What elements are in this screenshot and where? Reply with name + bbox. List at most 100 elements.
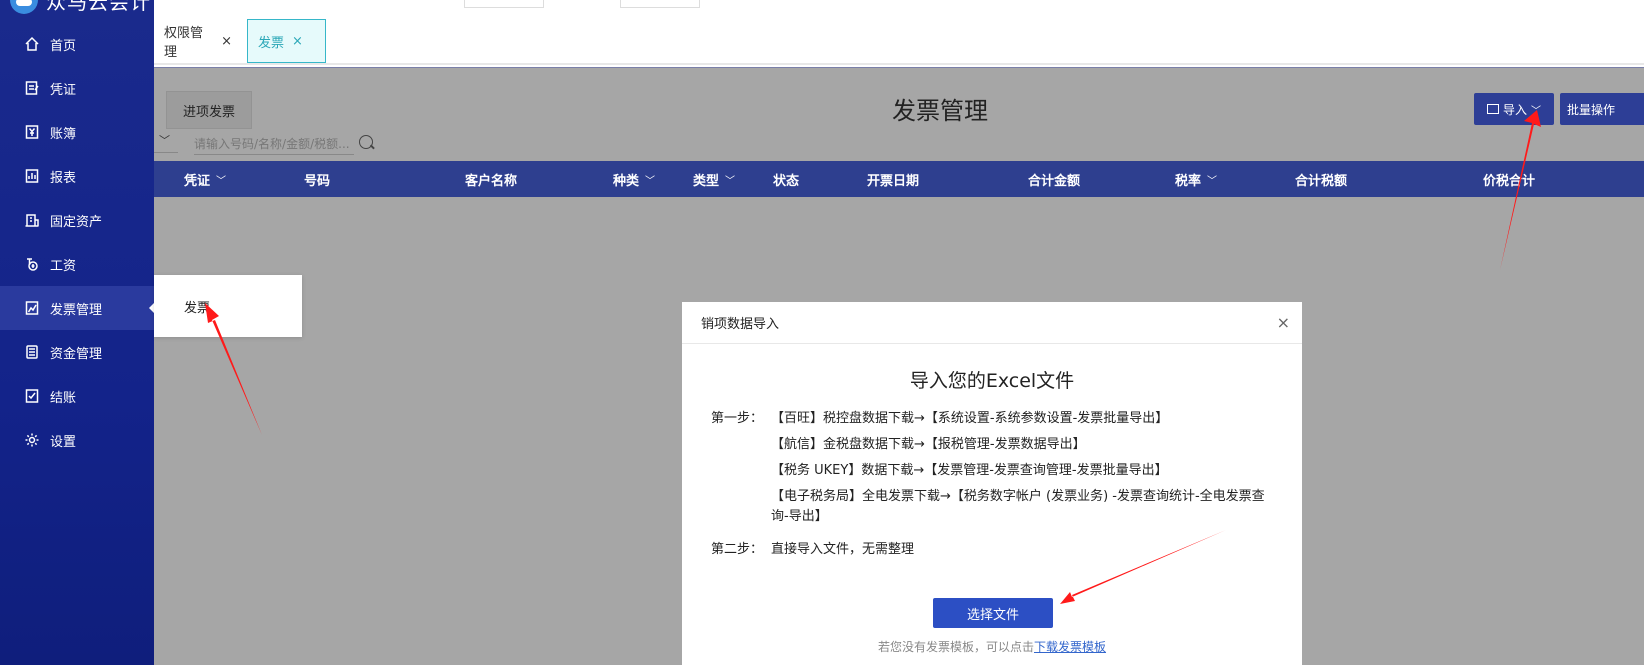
tip-text: 若您没有发票模板，可以点击: [877, 640, 1034, 654]
sidebar-item-settings[interactable]: 设置: [0, 418, 154, 462]
top-toolbar: [154, 0, 1644, 20]
chevron-down-icon: ﹀: [725, 175, 736, 187]
sidebar-item-label: 资金管理: [50, 346, 103, 362]
search-input[interactable]: 请输入号码/名称/金额/税额...: [194, 131, 354, 155]
column-amount: 合计金额: [1028, 161, 1080, 197]
invoice-icon: [24, 300, 40, 316]
sidebar-item-label: 结账: [50, 390, 77, 406]
divider: [154, 67, 1644, 79]
filter-dropdown[interactable]: ﹀: [154, 129, 178, 153]
close-icon[interactable]: ×: [1277, 313, 1290, 332]
column-number: 号码: [304, 161, 330, 197]
sidebar-nav: 首页 凭证 账簿 报表 固定资产 工资 发票管理 资金管理 结账 设置: [0, 22, 154, 462]
chevron-down-icon: ﹀: [1531, 105, 1541, 117]
sidebar-item-label: 账簿: [50, 126, 77, 142]
step-line: 【航信】金税盘数据下载→【报税管理-发票数据导出】: [771, 437, 1086, 452]
step-two: 第二步： 直接导入文件，无需整理: [711, 537, 1271, 563]
import-button[interactable]: 导入 ﹀: [1474, 93, 1554, 125]
column-date: 开票日期: [867, 161, 919, 197]
column-label: 价税合计: [1483, 173, 1536, 189]
column-label: 客户名称: [465, 173, 518, 189]
batch-operation-button[interactable]: 批量操作: [1560, 93, 1644, 125]
sidebar-item-label: 报表: [50, 170, 77, 186]
column-label: 类型: [693, 173, 720, 189]
asset-icon: [24, 212, 40, 228]
tab-bar: 权限管理 × 发票 ×: [154, 19, 1644, 65]
sidebar-item-label: 设置: [50, 434, 77, 450]
dialog-header-title: 销项数据导入: [701, 317, 780, 332]
filter-bar: ﹀ 请输入号码/名称/金额/税额...: [154, 123, 1644, 159]
sidebar-item-asset[interactable]: 固定资产: [0, 198, 154, 242]
column-type[interactable]: 类型 ﹀: [693, 161, 735, 197]
step-lines: 【百旺】税控盘数据下载→【系统设置-系统参数设置-发票批量导出】 【航信】金税盘…: [771, 406, 1271, 527]
column-label: 状态: [773, 173, 800, 189]
column-kind[interactable]: 种类 ﹀: [613, 161, 655, 197]
dialog-header: 销项数据导入 ×: [682, 302, 1302, 344]
chevron-down-icon: ﹀: [216, 175, 227, 187]
step-line: 【百旺】税控盘数据下载→【系统设置-系统参数设置-发票批量导出】: [771, 411, 1169, 426]
sidebar-item-label: 凭证: [50, 82, 77, 98]
tab-label: 发票: [258, 35, 285, 51]
tab-label: 权限管理: [164, 26, 204, 60]
column-customer: 客户名称: [465, 161, 517, 197]
logo-icon: [10, 0, 38, 14]
top-field-date[interactable]: [620, 0, 700, 8]
table-header: 凭证 ﹀ 号码 客户名称 种类 ﹀ 类型 ﹀ 状态 开票日期 合计金额 税率 ﹀ 合计税…: [154, 161, 1644, 197]
template-tip: 若您没有发票模板，可以点击下载发票模板: [682, 638, 1302, 655]
column-label: 合计金额: [1028, 173, 1081, 189]
step-label: 第一步：: [711, 411, 764, 426]
sidebar-item-label: 固定资产: [50, 214, 103, 230]
submenu-item-invoice[interactable]: 发票: [184, 297, 210, 316]
voucher-icon: [24, 80, 40, 96]
salary-icon: [24, 256, 40, 272]
sidebar-item-invoice[interactable]: 发票管理: [0, 286, 154, 330]
chevron-down-icon: ﹀: [1207, 175, 1218, 187]
step-label: 第二步：: [711, 542, 764, 557]
closing-icon: [24, 388, 40, 404]
column-status: 状态: [773, 161, 799, 197]
column-label: 号码: [304, 173, 331, 189]
tab-permission[interactable]: 权限管理 ×: [154, 19, 242, 63]
choose-file-button[interactable]: 选择文件: [933, 598, 1053, 628]
column-label: 种类: [613, 173, 640, 189]
sidebar-item-label: 首页: [50, 38, 77, 54]
column-label: 开票日期: [867, 173, 920, 189]
top-field[interactable]: [464, 0, 544, 8]
page-title: 发票管理: [892, 97, 988, 125]
tab-invoice[interactable]: 发票 ×: [247, 19, 326, 63]
step-line: 【电子税务局】全电发票下载→【税务数字帐户 (发票业务) -发票查询统计-全电发…: [771, 489, 1265, 524]
close-icon[interactable]: ×: [292, 34, 303, 49]
search-icon[interactable]: [359, 135, 373, 149]
column-voucher[interactable]: 凭证 ﹀: [184, 161, 226, 197]
download-template-link[interactable]: 下载发票模板: [1034, 640, 1106, 654]
column-tax-rate[interactable]: 税率 ﹀: [1175, 161, 1217, 197]
column-label: 凭证: [184, 173, 211, 189]
column-label: 合计税额: [1295, 173, 1348, 189]
sidebar-item-label: 发票管理: [50, 302, 103, 318]
sidebar-item-report[interactable]: 报表: [0, 154, 154, 198]
sidebar-item-label: 工资: [50, 258, 77, 274]
step-line: 【税务 UKEY】数据下载→【发票管理-发票查询管理-发票批量导出】: [771, 463, 1168, 478]
column-tax-amount: 合计税额: [1295, 161, 1347, 197]
close-icon[interactable]: ×: [221, 34, 232, 49]
gear-icon: [24, 432, 40, 448]
step-text: 直接导入文件，无需整理: [771, 542, 915, 557]
dialog-title: 导入您的Excel文件: [909, 370, 1075, 392]
sidebar-item-ledger[interactable]: 账簿: [0, 110, 154, 154]
chevron-down-icon: ﹀: [159, 134, 170, 147]
app-logo[interactable]: 众马云会计: [0, 0, 151, 14]
chevron-down-icon: ﹀: [645, 175, 656, 187]
import-label: 导入: [1502, 102, 1527, 117]
import-dialog: 销项数据导入 × 导入您的Excel文件 第一步： 【百旺】税控盘数据下载→【系…: [682, 302, 1302, 665]
sidebar-item-home[interactable]: 首页: [0, 22, 154, 66]
sidebar-item-closing[interactable]: 结账: [0, 374, 154, 418]
column-total: 价税合计: [1483, 161, 1535, 197]
home-icon: [24, 36, 40, 52]
sidebar-item-salary[interactable]: 工资: [0, 242, 154, 286]
column-label: 税率: [1175, 173, 1202, 189]
ledger-icon: [24, 124, 40, 140]
sidebar-item-fund[interactable]: 资金管理: [0, 330, 154, 374]
sidebar-item-voucher[interactable]: 凭证: [0, 66, 154, 110]
logo-text: 众马云会计: [46, 0, 151, 14]
report-icon: [24, 168, 40, 184]
